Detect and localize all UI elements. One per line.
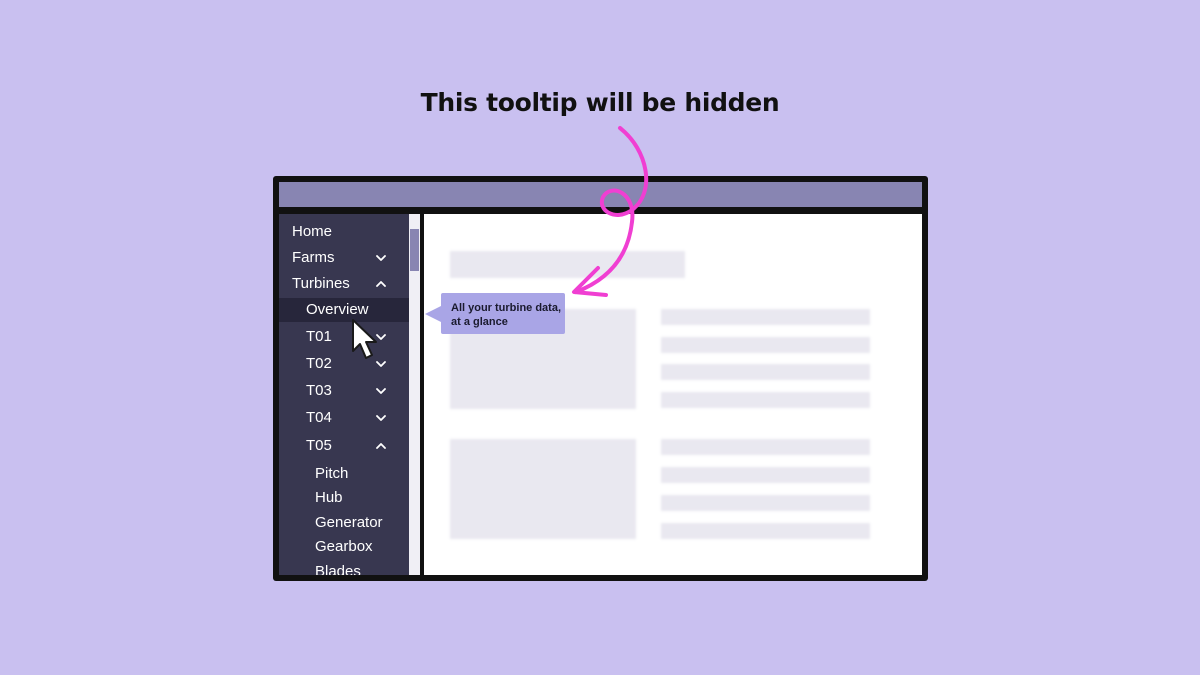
mouse-pointer-icon <box>352 319 377 359</box>
curly-arrow-icon <box>572 126 649 297</box>
